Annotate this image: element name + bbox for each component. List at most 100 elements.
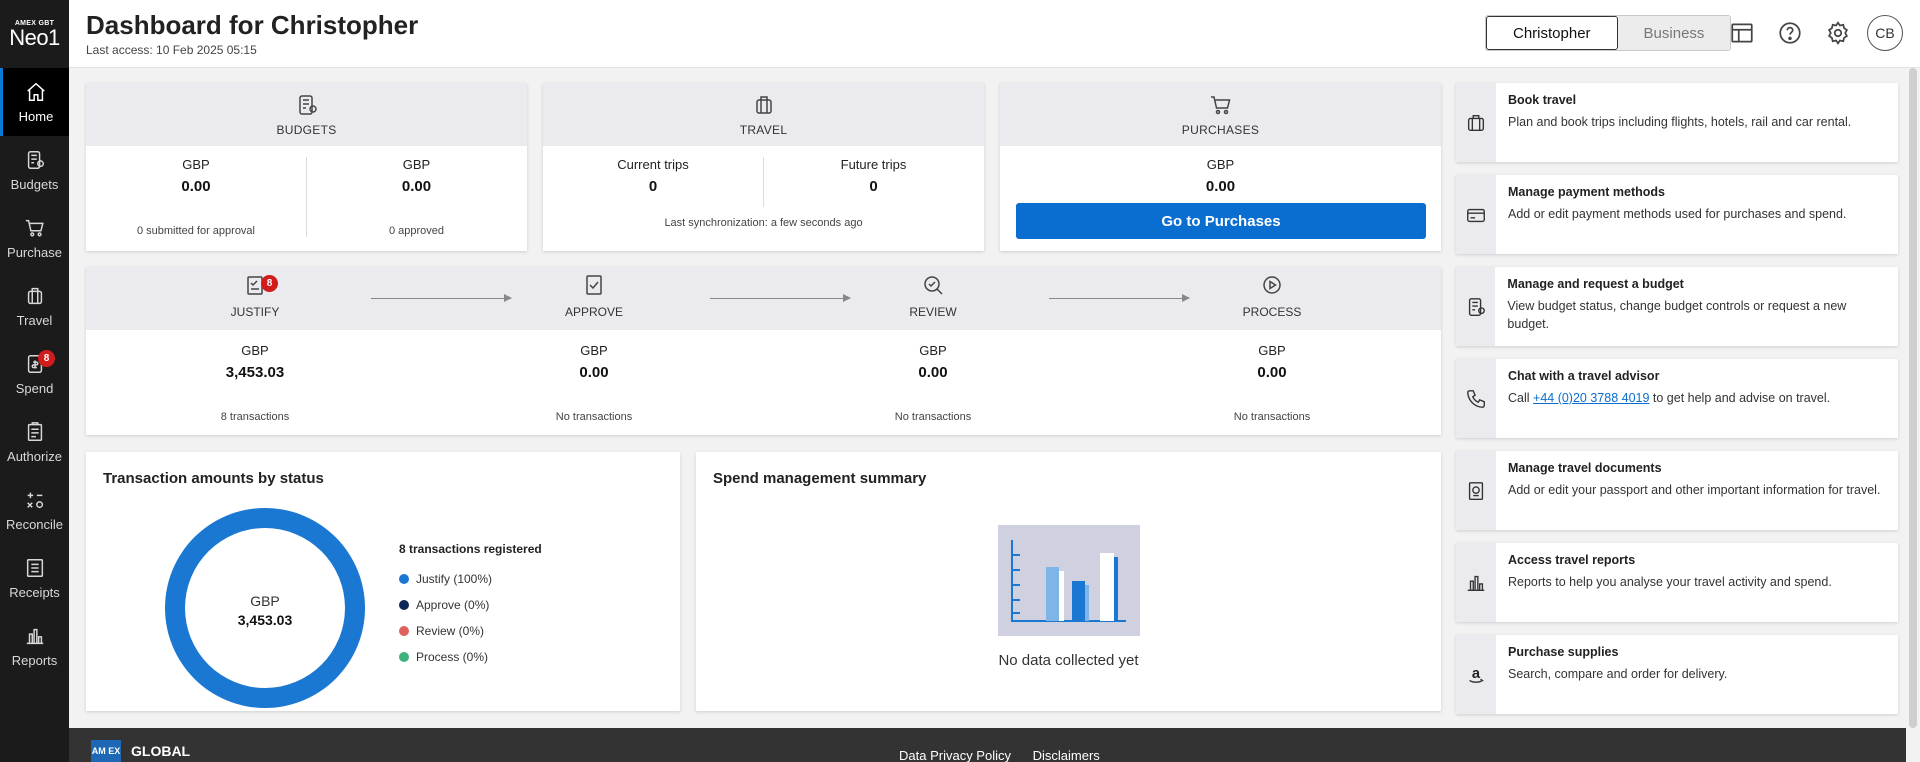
quick-link-desc: Reports to help you analyse your travel … xyxy=(1508,575,1832,589)
purchases-title: PURCHASES xyxy=(1181,123,1260,137)
process-summary: GBP 0.00 No transactions xyxy=(1212,343,1332,423)
workflow-step-review[interactable]: REVIEW xyxy=(873,273,993,319)
legend-item-review[interactable]: Review (0%) xyxy=(399,618,542,644)
budgets-approved: GBP 0.00 0 approved xyxy=(306,157,527,237)
toggle-business[interactable]: Business xyxy=(1617,16,1731,50)
sidebar-item-authorize[interactable]: Authorize xyxy=(0,408,69,476)
purchases-total: GBP 0.00 xyxy=(1000,157,1441,195)
currency-label: GBP xyxy=(919,343,947,358)
quick-link-desc: Add or edit payment methods used for pur… xyxy=(1508,207,1847,221)
sidebar: AMEX GBT Neo1 Home Budgets Purchase Trav… xyxy=(0,0,69,762)
panel-title: Spend management summary xyxy=(713,470,927,487)
budgets-card[interactable]: BUDGETS GBP 0.00 0 submitted for approva… xyxy=(86,83,527,251)
approve-summary: GBP 0.00 No transactions xyxy=(534,343,654,423)
sidebar-item-label: Budgets xyxy=(10,176,59,192)
cart-icon xyxy=(25,219,44,237)
help-button[interactable] xyxy=(1777,20,1803,46)
sub-label: No transactions xyxy=(555,411,633,423)
quick-link-body: Manage payment methods Add or edit payme… xyxy=(1496,175,1858,254)
last-access: Last access: 10 Feb 2025 05:15 xyxy=(86,43,257,57)
sidebar-item-label: Home xyxy=(18,108,54,124)
quick-link-icon-box xyxy=(1456,543,1496,622)
quick-link-travel-reports[interactable]: Access travel reports Reports to help yo… xyxy=(1456,543,1898,622)
sidebar-item-home[interactable]: Home xyxy=(0,68,69,136)
settings-button[interactable] xyxy=(1825,20,1851,46)
phone-icon xyxy=(1467,389,1485,408)
quick-link-body: Manage and request a budget View budget … xyxy=(1495,267,1898,346)
quick-link-purchase-supplies[interactable]: a Purchase supplies Search, compare and … xyxy=(1456,635,1898,714)
go-to-purchases-button[interactable]: Go to Purchases xyxy=(1016,203,1426,239)
sidebar-item-receipts[interactable]: Receipts xyxy=(0,544,69,612)
amazon-icon: a xyxy=(1469,665,1484,683)
sidebar-item-purchase[interactable]: Purchase xyxy=(0,204,69,272)
travel-card[interactable]: TRAVEL Current trips 0 Future trips 0 La… xyxy=(543,83,984,251)
disclaimers-link[interactable]: Disclaimers xyxy=(1033,748,1100,762)
legend-item-approve[interactable]: Approve (0%) xyxy=(399,592,542,618)
sidebar-item-reports[interactable]: Reports xyxy=(0,612,69,680)
quick-link-travel-advisor[interactable]: Chat with a travel advisor Call +44 (0)2… xyxy=(1456,359,1898,438)
amount-value: 0.00 xyxy=(579,364,609,381)
quick-link-travel-documents[interactable]: Manage travel documents Add or edit your… xyxy=(1456,451,1898,530)
quick-link-desc: Call +44 (0)20 3788 4019 to get help and… xyxy=(1508,389,1830,407)
quick-link-budget[interactable]: Manage and request a budget View budget … xyxy=(1456,267,1898,346)
legend-item-process[interactable]: Process (0%) xyxy=(399,644,542,670)
currency-label: GBP xyxy=(1206,157,1235,172)
quick-link-body: Access travel reports Reports to help yo… xyxy=(1496,543,1844,622)
page-title: Dashboard for Christopher xyxy=(86,10,419,40)
sidebar-item-reconcile[interactable]: Reconcile xyxy=(0,476,69,544)
receipt-icon xyxy=(26,558,43,577)
step-title: JUSTIFY xyxy=(230,305,280,319)
logo[interactable]: AMEX GBT Neo1 xyxy=(0,0,69,68)
justify-summary: GBP 3,453.03 8 transactions xyxy=(195,343,315,423)
quick-link-book-travel[interactable]: Book travel Plan and book trips includin… xyxy=(1456,83,1898,162)
quick-link-payment-methods[interactable]: Manage payment methods Add or edit payme… xyxy=(1456,175,1898,254)
currency-label: GBP xyxy=(1258,343,1286,358)
layout-button[interactable] xyxy=(1729,20,1755,46)
sidebar-item-budgets[interactable]: Budgets xyxy=(0,136,69,204)
clipboard-icon xyxy=(27,421,42,441)
sidebar-item-spend[interactable]: Spend 8 xyxy=(0,340,69,408)
flow-arrow xyxy=(1049,294,1190,302)
gear-icon xyxy=(1827,21,1849,45)
toggle-personal[interactable]: Christopher xyxy=(1486,16,1618,50)
trips-label: Future trips xyxy=(840,157,907,172)
page-scrollbar[interactable] xyxy=(1906,68,1920,762)
amount-value: 0.00 xyxy=(181,178,211,195)
privacy-policy-link[interactable]: Data Privacy Policy xyxy=(899,748,1011,762)
donut-currency: GBP xyxy=(250,593,280,609)
legend-label: Approve (0%) xyxy=(416,598,490,612)
avatar[interactable]: CB xyxy=(1867,15,1903,51)
scrollbar-thumb[interactable] xyxy=(1909,68,1917,728)
empty-state-text: No data collected yet xyxy=(998,652,1139,669)
currency-label: GBP xyxy=(241,343,269,358)
quick-link-title: Manage travel documents xyxy=(1508,461,1662,475)
quick-link-desc: Search, compare and order for delivery. xyxy=(1508,667,1728,681)
quick-link-body: Purchase supplies Search, compare and or… xyxy=(1496,635,1739,714)
quick-link-icon-box xyxy=(1456,83,1496,162)
currency-label: GBP xyxy=(182,157,210,172)
logo-text: Neo1 xyxy=(9,24,60,50)
suitcase-icon xyxy=(1467,114,1485,131)
footer: AM EX GLOBAL Data Privacy Policy Disclai… xyxy=(69,728,1906,762)
sidebar-item-travel[interactable]: Travel xyxy=(0,272,69,340)
advisor-phone-link[interactable]: +44 (0)20 3788 4019 xyxy=(1533,391,1649,405)
amount-value: 3,453.03 xyxy=(225,364,285,381)
sidebar-item-label: Travel xyxy=(16,312,53,328)
legend-dot xyxy=(399,626,409,636)
justify-count-badge: 8 xyxy=(261,275,278,292)
workflow-step-process[interactable]: PROCESS xyxy=(1212,273,1332,319)
svg-text:a: a xyxy=(1472,665,1481,681)
quick-link-icon-box xyxy=(1456,359,1496,438)
quick-link-icon-box: a xyxy=(1456,635,1496,714)
sub-label: No transactions xyxy=(894,411,972,423)
legend-item-justify[interactable]: Justify (100%) xyxy=(399,566,542,592)
desc-suffix: to get help and advise on travel. xyxy=(1649,391,1831,405)
profile-toggle: Christopher Business xyxy=(1485,15,1732,51)
quick-link-icon-box xyxy=(1456,175,1496,254)
workflow-step-justify[interactable]: JUSTIFY 8 xyxy=(195,273,315,319)
legend-label: Review (0%) xyxy=(416,624,485,638)
quick-link-title: Access travel reports xyxy=(1508,553,1636,567)
quick-link-body: Manage travel documents Add or edit your… xyxy=(1496,451,1892,530)
workflow-step-approve[interactable]: APPROVE xyxy=(534,273,654,319)
panel-title: Transaction amounts by status xyxy=(103,470,324,487)
